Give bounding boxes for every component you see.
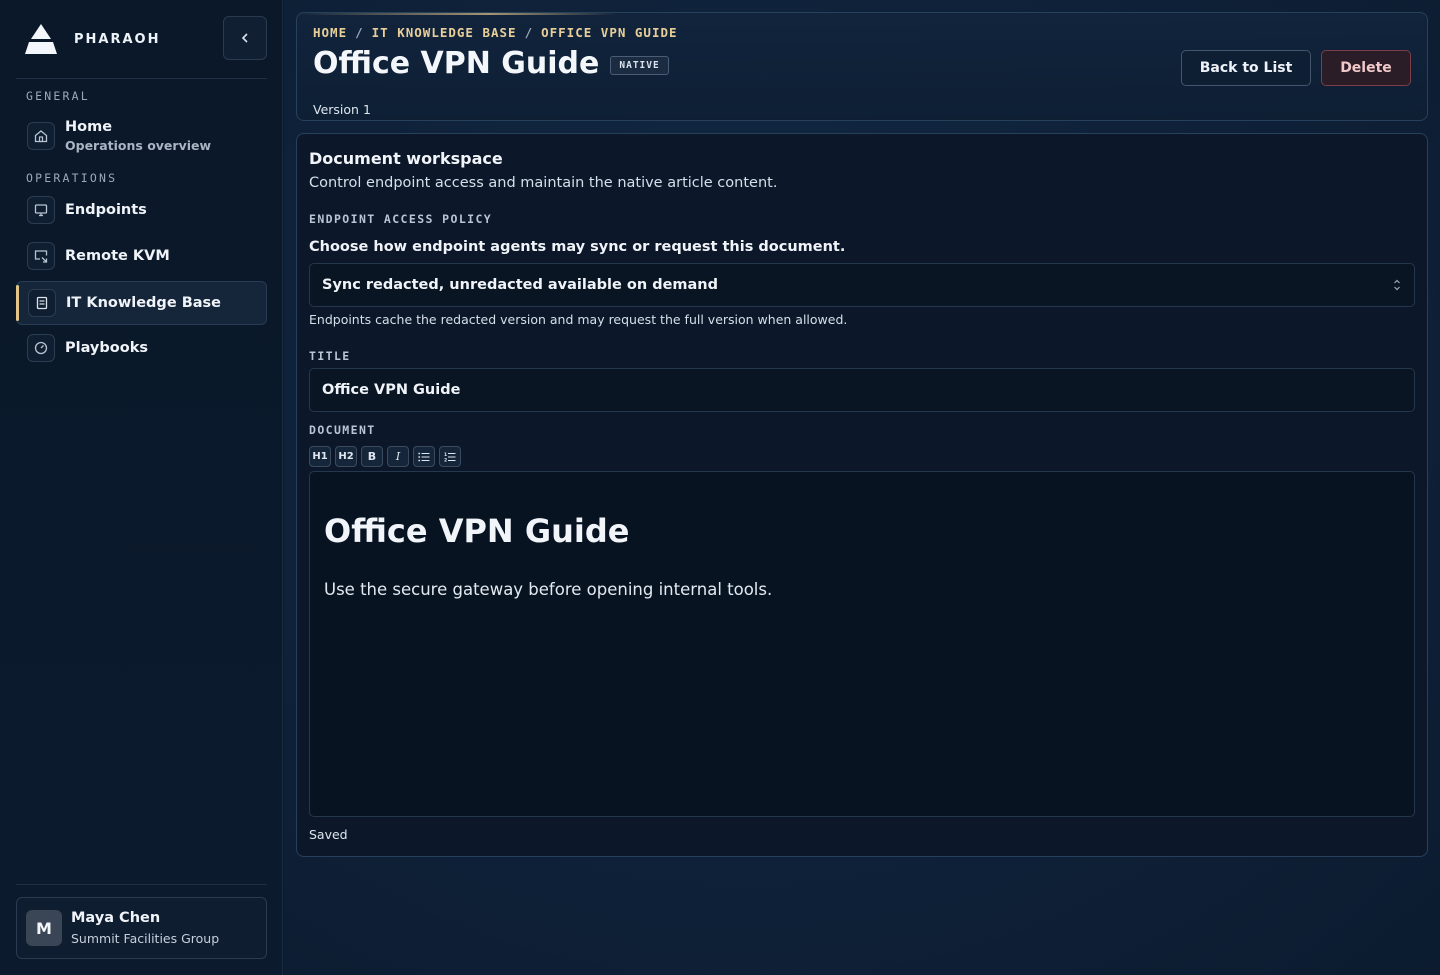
sidebar-item-playbooks[interactable]: Playbooks — [16, 326, 267, 370]
breadcrumb-home[interactable]: HOME — [313, 25, 347, 40]
heading-1-icon: H1 — [312, 451, 328, 462]
brand-name: PHARAOH — [74, 31, 161, 47]
save-status: Saved — [309, 827, 348, 842]
sidebar-item-label: Remote KVM — [65, 248, 170, 264]
workspace-title: Document workspace — [309, 149, 503, 168]
sidebar-divider — [16, 78, 267, 79]
breadcrumb-current: OFFICE VPN GUIDE — [541, 25, 678, 40]
editor-heading[interactable]: Office VPN Guide — [324, 512, 629, 550]
native-badge: NATIVE — [610, 55, 669, 75]
sidebar-item-label: Endpoints — [65, 202, 147, 218]
policy-label: ENDPOINT ACCESS POLICY — [309, 212, 493, 226]
editor-toolbar: H1 H2 B I 1 2 — [309, 446, 461, 467]
access-policy-value: Sync redacted, unredacted available on d… — [322, 277, 719, 293]
breadcrumb-knowledge-base[interactable]: IT KNOWLEDGE BASE — [372, 25, 517, 40]
section-label-general: GENERAL — [26, 89, 90, 103]
access-policy-select[interactable]: Sync redacted, unredacted available on d… — [309, 263, 1415, 307]
brand[interactable]: PHARAOH — [24, 22, 160, 56]
italic-icon: I — [395, 450, 401, 463]
bold-button[interactable]: B — [361, 446, 383, 467]
page-header: HOME / IT KNOWLEDGE BASE / OFFICE VPN GU… — [296, 12, 1428, 121]
editor-paragraph[interactable]: Use the secure gateway before opening in… — [324, 580, 772, 599]
remote-screen-icon — [27, 242, 55, 270]
breadcrumb-separator: / — [524, 25, 534, 40]
italic-button[interactable]: I — [387, 446, 409, 467]
breadcrumb: HOME / IT KNOWLEDGE BASE / OFFICE VPN GU… — [313, 25, 678, 40]
section-label-operations: OPERATIONS — [26, 171, 118, 185]
sidebar-item-endpoints[interactable]: Endpoints — [16, 188, 267, 232]
document-workspace: Document workspace Control endpoint acce… — [296, 133, 1428, 857]
gauge-icon — [27, 334, 55, 362]
heading-2-icon: H2 — [338, 451, 354, 462]
monitor-icon — [27, 196, 55, 224]
policy-question: Choose how endpoint agents may sync or r… — [309, 239, 846, 255]
sidebar-divider — [16, 884, 267, 885]
breadcrumb-separator: / — [355, 25, 364, 40]
heading-2-button[interactable]: H2 — [335, 446, 357, 467]
version-label: Version 1 — [313, 102, 371, 117]
svg-text:1: 1 — [444, 452, 447, 458]
sidebar: PHARAOH GENERAL Home Operations overview… — [0, 0, 283, 975]
collapse-sidebar-button[interactable] — [223, 16, 267, 60]
policy-help-text: Endpoints cache the redacted version and… — [309, 312, 848, 327]
user-card[interactable]: M Maya Chen Summit Facilities Group — [16, 897, 267, 959]
document-editor[interactable]: Office VPN Guide Use the secure gateway … — [309, 471, 1415, 817]
numbered-list-button[interactable]: 1 2 — [439, 446, 461, 467]
sidebar-item-home[interactable]: Home Operations overview — [16, 114, 267, 158]
bullet-list-icon — [418, 452, 430, 461]
bullet-list-button[interactable] — [413, 446, 435, 467]
sidebar-item-it-knowledge-base[interactable]: IT Knowledge Base — [16, 281, 267, 325]
chevron-left-icon — [241, 33, 248, 43]
main-content: HOME / IT KNOWLEDGE BASE / OFFICE VPN GU… — [284, 0, 1440, 975]
title-label: TITLE — [309, 349, 351, 363]
bold-icon: B — [367, 450, 377, 463]
document-label: DOCUMENT — [309, 423, 376, 437]
back-to-list-button[interactable]: Back to List — [1181, 50, 1311, 86]
pyramid-logo-icon — [24, 22, 58, 56]
select-caret-icon — [1394, 279, 1400, 291]
sidebar-item-label: Playbooks — [65, 340, 148, 356]
user-name: Maya Chen — [71, 910, 161, 926]
user-org: Summit Facilities Group — [71, 931, 220, 946]
book-icon — [28, 289, 56, 317]
sidebar-item-label: Home — [65, 119, 113, 135]
avatar: M — [26, 910, 62, 946]
svg-text:2: 2 — [444, 457, 447, 461]
sidebar-item-label: IT Knowledge Base — [66, 295, 221, 311]
home-icon — [27, 122, 55, 150]
delete-button[interactable]: Delete — [1321, 50, 1411, 86]
workspace-subtitle: Control endpoint access and maintain the… — [309, 175, 778, 191]
numbered-list-icon: 1 2 — [444, 452, 456, 462]
sidebar-item-sublabel: Operations overview — [65, 138, 212, 153]
sidebar-item-remote-kvm[interactable]: Remote KVM — [16, 234, 267, 278]
heading-1-button[interactable]: H1 — [309, 446, 331, 467]
title-input[interactable]: Office VPN Guide — [309, 368, 1415, 412]
page-title: Office VPN Guide — [313, 46, 600, 81]
